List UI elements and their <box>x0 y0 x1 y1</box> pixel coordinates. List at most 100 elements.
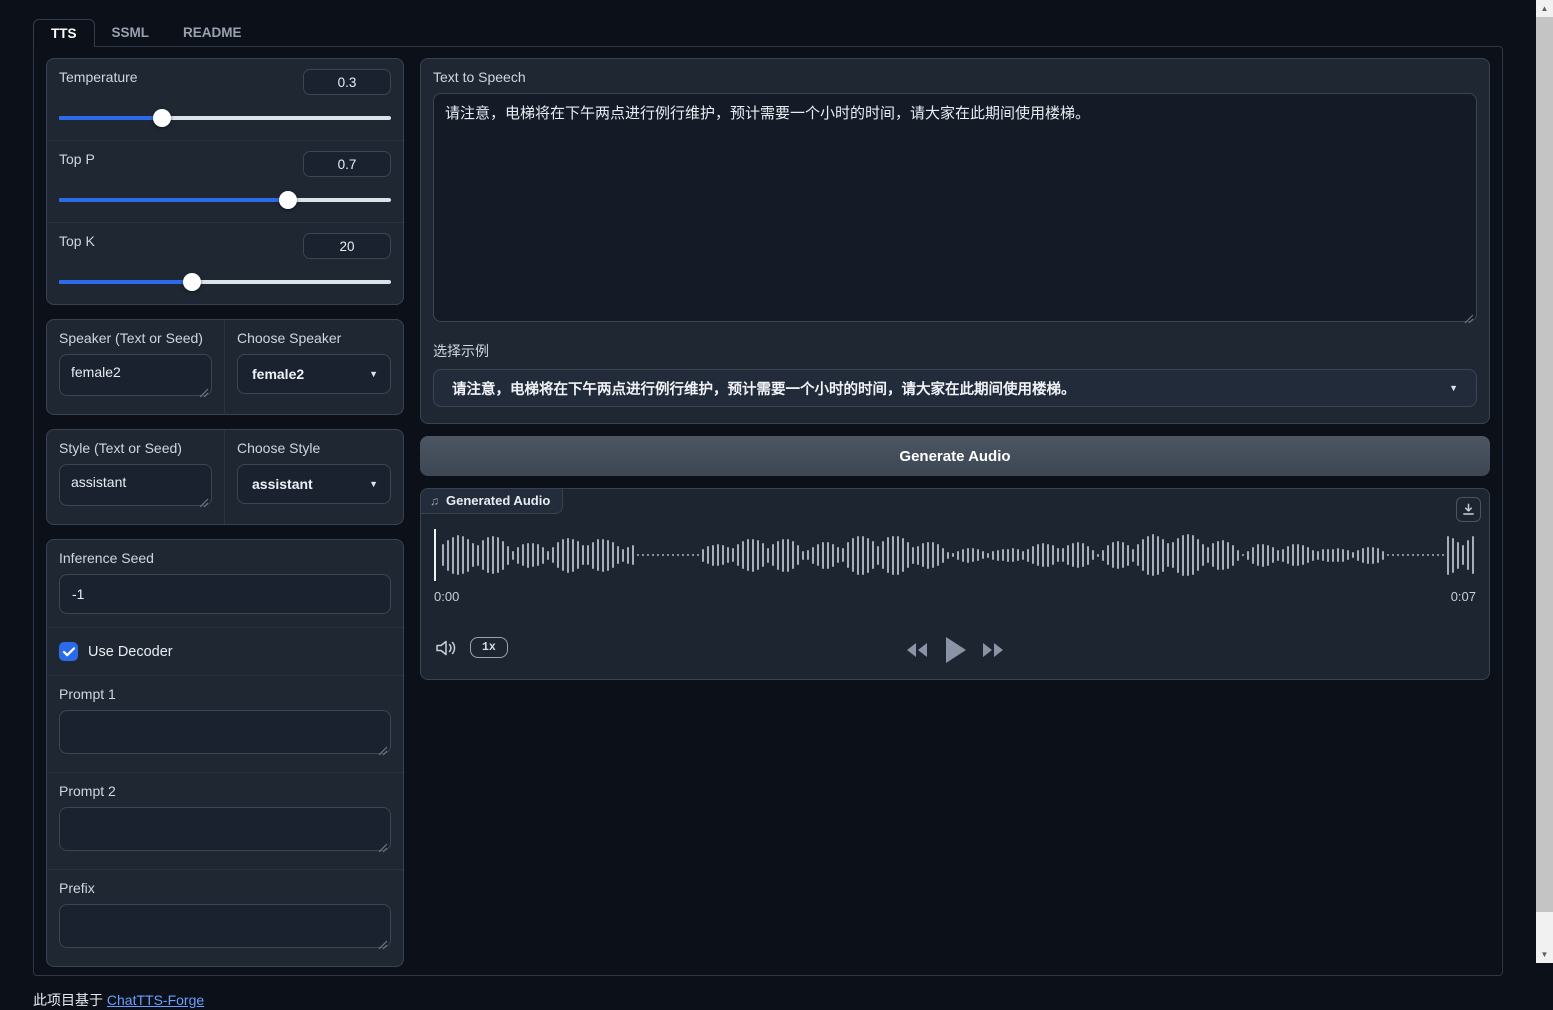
speaker-text-input[interactable]: female2 <box>59 354 212 396</box>
choose-style-dropdown[interactable]: assistant ▼ <box>237 464 391 504</box>
waveform-bar <box>1267 545 1269 566</box>
top-k-value-input[interactable] <box>303 233 391 259</box>
use-decoder-checkbox[interactable] <box>59 642 78 661</box>
waveform-bar <box>1117 541 1119 569</box>
waveform-bar <box>567 538 569 573</box>
playback-speed-button[interactable]: 1x <box>470 637 508 658</box>
waveform-bar <box>787 539 789 572</box>
temperature-slider[interactable] <box>59 109 391 127</box>
choose-speaker-dropdown[interactable]: female2 ▼ <box>237 354 391 394</box>
waveform-bar <box>1452 538 1454 573</box>
tab-readme[interactable]: README <box>166 19 259 46</box>
slider-fill <box>59 116 162 120</box>
tab-tts[interactable]: TTS <box>33 19 95 47</box>
waveform-bar <box>722 545 724 565</box>
tts-text-input[interactable]: 请注意，电梯将在下午两点进行例行维护，预计需要一个小时的时间，请大家在此期间使用… <box>433 93 1477 322</box>
chevron-down-icon: ▼ <box>369 479 378 489</box>
waveform-bar <box>1057 548 1059 562</box>
waveform-bar <box>612 542 614 568</box>
tab-ssml[interactable]: SSML <box>95 19 167 46</box>
vertical-scrollbar[interactable]: ▲ ▼ <box>1536 0 1553 963</box>
waveform-bar <box>1387 554 1389 556</box>
generated-audio-panel: ♫ Generated Audio 0:00 0:07 <box>420 488 1490 680</box>
top-p-label: Top P <box>59 151 95 167</box>
waveform-bar <box>757 540 759 570</box>
waveform-bar <box>442 544 444 566</box>
use-decoder-label: Use Decoder <box>88 644 173 660</box>
waveform-bar <box>1137 544 1139 566</box>
download-audio-button[interactable] <box>1456 497 1481 522</box>
volume-button[interactable] <box>434 638 458 658</box>
style-text-input[interactable]: assistant <box>59 464 212 506</box>
waveform-bar <box>627 547 629 564</box>
waveform-bar <box>802 551 804 560</box>
waveform-bar <box>577 541 579 569</box>
waveform-bar <box>1252 547 1254 564</box>
waveform-bar <box>657 554 659 556</box>
scrollbar-down-arrow[interactable]: ▼ <box>1536 946 1553 963</box>
fast-forward-button[interactable] <box>981 641 1005 659</box>
waveform-bar <box>1417 554 1419 556</box>
prompt2-input[interactable] <box>59 807 391 851</box>
waveform-bar <box>682 554 684 556</box>
waveform-bar <box>492 536 494 574</box>
waveform-bar <box>867 538 869 573</box>
waveform-bar <box>1107 545 1109 565</box>
waveform-bar <box>1262 544 1264 567</box>
waveform-bar <box>707 546 709 564</box>
waveform-bar <box>697 554 699 556</box>
waveform-bar <box>1122 542 1124 568</box>
scrollbar-up-arrow[interactable]: ▲ <box>1536 0 1553 17</box>
waveform-bar <box>1362 548 1364 563</box>
waveform-bar <box>1152 534 1154 576</box>
play-button[interactable] <box>943 636 967 664</box>
top-k-slider-thumb[interactable] <box>183 273 201 291</box>
waveform-bar <box>1142 539 1144 571</box>
waveform-area[interactable] <box>434 527 1476 583</box>
waveform-bar <box>717 544 719 566</box>
example-dropdown[interactable]: 请注意，电梯将在下午两点进行例行维护，预计需要一个小时的时间，请大家在此期间使用… <box>433 369 1477 407</box>
waveform-bar <box>1227 542 1229 569</box>
prompt1-row: Prompt 1 <box>47 675 403 772</box>
waveform-bar <box>797 545 799 565</box>
temperature-value-input[interactable] <box>303 69 391 95</box>
waveform-bar <box>1397 554 1399 556</box>
waveform-bar <box>772 544 774 566</box>
waveform-bar <box>1097 554 1099 557</box>
waveform-bar <box>1347 550 1349 560</box>
scrollbar-thumb[interactable] <box>1536 17 1553 912</box>
top-k-slider[interactable] <box>59 273 391 291</box>
waveform-bar <box>832 544 834 567</box>
waveform-bar <box>527 543 529 568</box>
waveform-bar <box>1052 545 1054 565</box>
waveform-bar <box>1282 549 1284 562</box>
waveform-bar <box>932 542 934 568</box>
tab-bar: TTS SSML README <box>33 17 1503 46</box>
generate-audio-button[interactable]: Generate Audio <box>420 436 1490 476</box>
waveform-bar <box>712 545 714 566</box>
waveform-bar <box>1407 554 1409 556</box>
top-p-slider[interactable] <box>59 191 391 209</box>
waveform-bar <box>1037 544 1039 566</box>
waveform-bar <box>807 550 809 560</box>
prefix-input[interactable] <box>59 904 391 948</box>
waveform-bar <box>1237 550 1239 561</box>
waveform-bar <box>692 554 694 556</box>
waveform-bar <box>1222 540 1224 570</box>
inference-seed-input[interactable] <box>59 574 391 614</box>
waveform-bar <box>662 554 664 556</box>
waveform-bar <box>1102 550 1104 561</box>
prompt1-input[interactable] <box>59 710 391 754</box>
rewind-button[interactable] <box>905 641 929 659</box>
waveform-bar <box>502 541 504 570</box>
chattts-forge-link[interactable]: ChatTTS-Forge <box>107 992 204 1008</box>
top-p-value-input[interactable] <box>303 151 391 177</box>
waveform-bar <box>732 548 734 562</box>
waveform-bar <box>967 548 969 563</box>
waveform-bar <box>1402 554 1404 556</box>
temperature-slider-thumb[interactable] <box>153 109 171 127</box>
waveform-bar <box>1217 541 1219 570</box>
top-p-slider-thumb[interactable] <box>279 191 297 209</box>
generated-audio-tag: ♫ Generated Audio <box>420 488 563 514</box>
playhead-cursor[interactable] <box>434 529 436 581</box>
